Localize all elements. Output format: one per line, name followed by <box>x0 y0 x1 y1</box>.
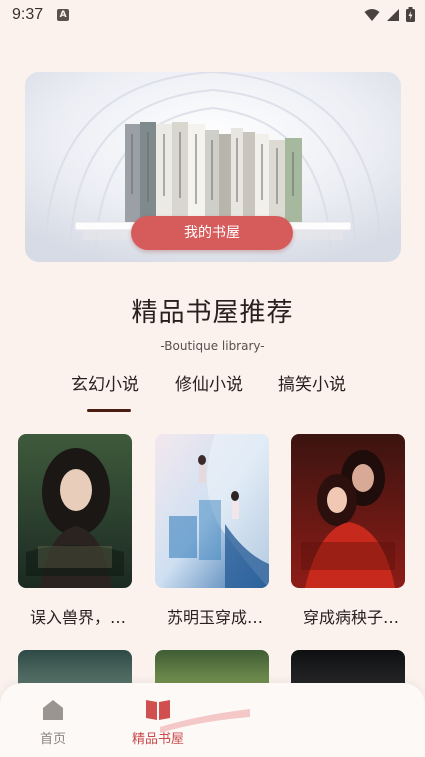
book-cover[interactable] <box>18 434 132 588</box>
battery-icon <box>406 7 415 22</box>
book-card[interactable]: 穿成病秧子… <box>291 434 405 628</box>
bottom-nav: 首页 精品书屋 <box>0 683 425 757</box>
book-title: 苏明玉穿成… <box>166 608 263 627</box>
section-title: 精品书屋推荐 <box>131 298 294 328</box>
category-tabs: 玄幻小说 修仙小说 搞笑小说 <box>0 370 425 414</box>
book-title: 穿成病秧子… <box>302 608 399 627</box>
my-library-button[interactable]: 我的书屋 <box>131 216 293 250</box>
status-icons <box>364 7 415 22</box>
book-title: 误入兽界，… <box>29 608 126 627</box>
status-time: 9:37 <box>12 6 44 23</box>
section-subtitle: -Boutique library- <box>160 339 265 353</box>
book-cover[interactable] <box>291 434 405 588</box>
signal-icon <box>387 8 399 21</box>
nav-home-label: 首页 <box>39 732 66 747</box>
status-bar: 9:37 A <box>0 0 425 30</box>
tab-fantasy[interactable]: 玄幻小说 <box>71 370 139 395</box>
tab-comedy[interactable]: 搞笑小说 <box>278 370 346 395</box>
active-tab-indicator <box>87 409 131 412</box>
wifi-icon <box>364 8 380 21</box>
swoosh-decoration <box>160 709 250 733</box>
book-cover[interactable] <box>155 434 269 588</box>
tab-cultivation[interactable]: 修仙小说 <box>175 370 243 395</box>
home-icon <box>43 700 63 720</box>
nav-home[interactable]: 首页 <box>13 699 93 747</box>
notification-a-icon: A <box>57 9 70 21</box>
book-card[interactable]: 苏明玉穿成… <box>155 434 269 628</box>
banner[interactable]: 我的书屋 <box>25 72 401 262</box>
book-card[interactable]: 误入兽界，… <box>18 434 132 628</box>
